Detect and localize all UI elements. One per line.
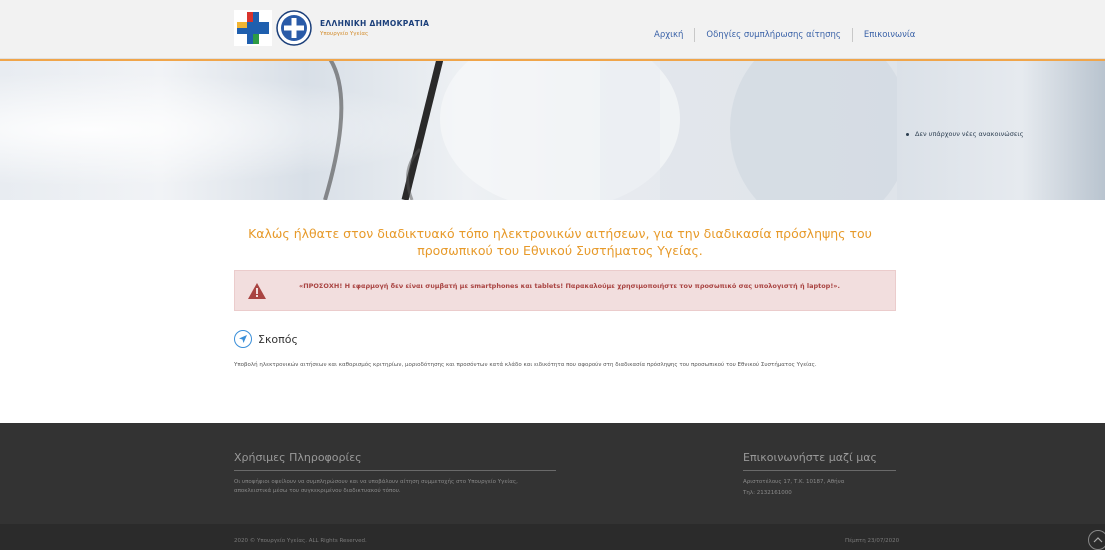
current-date: Πέμπτη 23/07/2020	[845, 538, 900, 544]
footer-contact-address: Αριστοτέλους 17, Τ.Κ. 10187, Αθήνα	[743, 479, 845, 485]
announcement-item: Δεν υπάρχουν νέες ανακοινώσεις	[906, 130, 1023, 138]
brand-title: ΕΛΛΗΝΙΚΗ ΔΗΜΟΚΡΑΤΙΑ	[320, 19, 430, 28]
copyright-text: 2020 © Υπουργείο Υγείας. ALL Rights Rese…	[234, 538, 367, 544]
health-cross-logo-icon[interactable]	[234, 10, 272, 46]
alert-text: «ΠΡΟΣΟΧΗ! Η εφαρμογή δεν είναι συμβατή μ…	[299, 282, 840, 290]
navigation-arrow-icon	[234, 330, 252, 348]
main-nav: Αρχική Οδηγίες συμπλήρωσης αίτησης Επικο…	[643, 28, 926, 42]
footer-info: Χρήσιμες Πληροφορίες Οι υποψήφιοι οφείλο…	[234, 451, 556, 496]
greek-seal-icon	[276, 10, 312, 46]
footer-info-title: Χρήσιμες Πληροφορίες	[234, 451, 556, 471]
footer-contact-phone: Τηλ: 2132161000	[743, 490, 792, 496]
nav-contact[interactable]: Επικοινωνία	[853, 28, 927, 42]
hero-banner	[0, 59, 897, 200]
site-footer: Χρήσιμες Πληροφορίες Οι υποψήφιοι οφείλο…	[0, 423, 1105, 524]
footer-contact-title: Επικοινωνήστε μαζί μας	[743, 451, 896, 471]
stethoscope-image	[0, 59, 897, 200]
purpose-heading: Σκοπός	[234, 330, 298, 348]
brand: ΕΛΛΗΝΙΚΗ ΔΗΜΟΚΡΑΤΙΑ Υπουργείο Υγείας	[320, 19, 429, 37]
nav-instructions[interactable]: Οδηγίες συμπλήρωσης αίτησης	[695, 28, 853, 42]
chevron-up-icon	[1093, 537, 1103, 543]
footer-info-text: Οι υποψήφιοι οφείλουν να συμπληρώσουν κα…	[234, 479, 518, 494]
accent-line	[0, 59, 1105, 61]
copyright-bar: 2020 © Υπουργείο Υγείας. ALL Rights Rese…	[0, 524, 1105, 550]
purpose-title: Σκοπός	[258, 332, 298, 346]
announcement-text: Δεν υπάρχουν νέες ανακοινώσεις	[915, 130, 1024, 138]
brand-subtitle: Υπουργείο Υγείας	[320, 31, 369, 37]
warning-triangle-icon	[248, 283, 266, 299]
purpose-text: Υποβολή ηλεκτρονικών αιτήσεων και καθορι…	[234, 362, 817, 368]
nav-home[interactable]: Αρχική	[643, 28, 696, 42]
welcome-heading: Καλώς ήλθατε στον διαδικτυακό τόπο ηλεκτ…	[248, 226, 872, 258]
compatibility-alert: «ΠΡΟΣΟΧΗ! Η εφαρμογή δεν είναι συμβατή μ…	[234, 270, 896, 311]
footer-contact: Επικοινωνήστε μαζί μας Αριστοτέλους 17, …	[743, 451, 896, 498]
site-header: ΕΛΛΗΝΙΚΗ ΔΗΜΟΚΡΑΤΙΑ Υπουργείο Υγείας Αρχ…	[0, 0, 1105, 59]
bullet	[906, 132, 909, 136]
back-to-top-button[interactable]	[1088, 530, 1105, 550]
